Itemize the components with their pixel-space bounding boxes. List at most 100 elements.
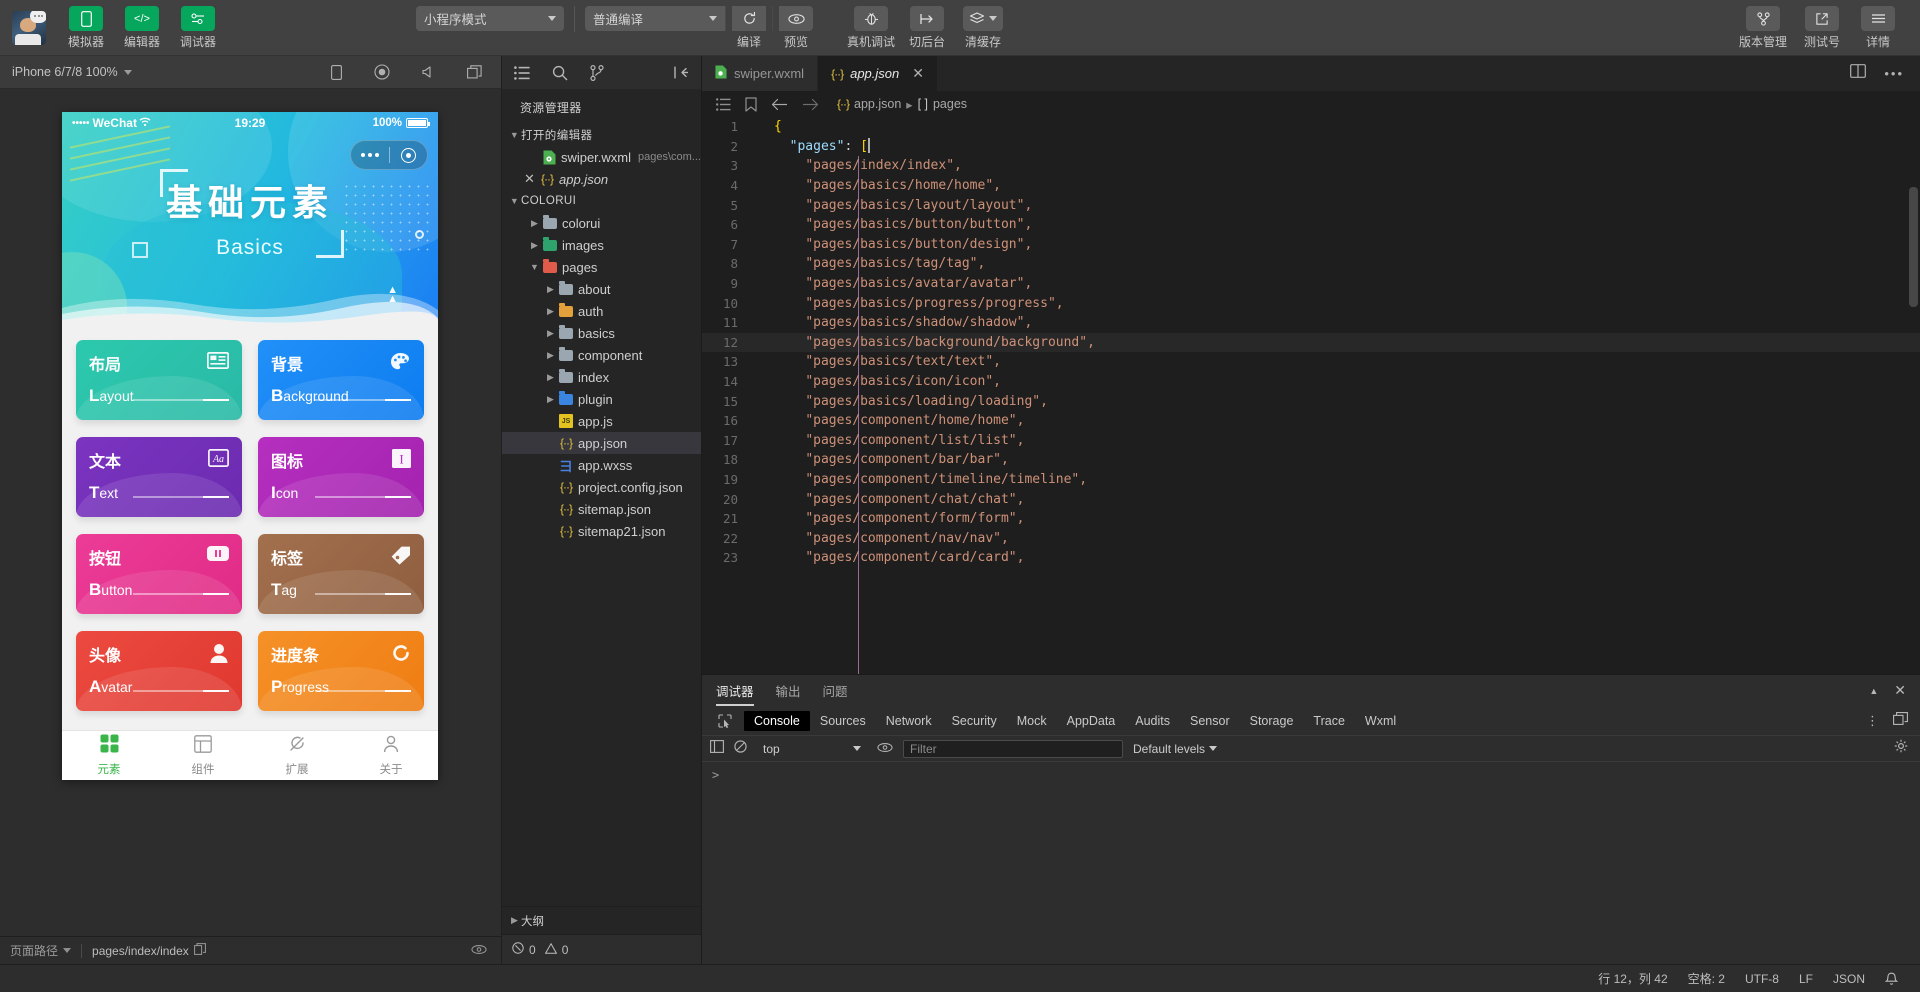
toolbar-debugger-button[interactable]: 调试器 xyxy=(170,0,226,49)
clear-icon[interactable] xyxy=(734,739,747,758)
wechat-capsule[interactable] xyxy=(350,140,428,170)
mode-select[interactable]: 小程序模式 xyxy=(416,6,564,31)
tree-item-index[interactable]: ▶ index xyxy=(502,366,701,388)
tree-item-about[interactable]: ▶ about xyxy=(502,278,701,300)
page-path-value-wrap[interactable]: pages/index/index xyxy=(82,937,216,965)
problems-indicator[interactable]: 0 0 xyxy=(502,936,578,964)
tree-item-app-wxss[interactable]: ▶ 彐 app.wxss xyxy=(502,454,701,476)
search-icon[interactable] xyxy=(552,65,568,81)
split-editor-icon[interactable] xyxy=(1850,64,1867,83)
devtools-tab-problems[interactable]: 问题 xyxy=(823,675,848,706)
inspect-icon[interactable] xyxy=(712,713,738,728)
card-layout[interactable]: 布局 Layout xyxy=(76,340,242,420)
devtools-panel-wxml[interactable]: Wxml xyxy=(1355,711,1406,731)
project-root-header[interactable]: ▼ COLORUI xyxy=(502,190,701,212)
device-select[interactable]: iPhone 6/7/8 100% xyxy=(12,65,132,79)
devtools-panel-console[interactable]: Console xyxy=(744,710,810,731)
status-language[interactable]: JSON xyxy=(1823,965,1875,992)
breadcrumb-node[interactable]: pages xyxy=(933,97,967,111)
real-device-debug-button[interactable]: 真机调试 xyxy=(843,6,899,49)
toolbar-simulator-button[interactable]: 模拟器 xyxy=(58,0,114,49)
version-manage-button[interactable]: 版本管理 xyxy=(1732,6,1794,49)
tree-item-project-config-json[interactable]: ▶ {··} project.config.json xyxy=(502,476,701,498)
capsule-more-icon[interactable] xyxy=(351,153,389,157)
devtools-panel-sources[interactable]: Sources xyxy=(810,711,876,731)
breadcrumb-file[interactable]: app.json xyxy=(854,97,901,111)
devtools-panel-audits[interactable]: Audits xyxy=(1125,711,1180,731)
back-arrow-icon[interactable] xyxy=(771,98,788,111)
tree-item-sitemap-json[interactable]: ▶ {··} sitemap.json xyxy=(502,498,701,520)
switch-background-button[interactable]: 切后台 xyxy=(899,6,955,49)
volume-icon[interactable] xyxy=(419,63,437,81)
devtools-panel-network[interactable]: Network xyxy=(876,711,942,731)
tree-item-basics[interactable]: ▶ basics xyxy=(502,322,701,344)
open-editors-header[interactable]: ▼ 打开的编辑器 xyxy=(502,124,701,146)
eye-icon[interactable] xyxy=(471,944,487,958)
tabbar-item-about[interactable]: 关于 xyxy=(344,735,438,777)
details-button[interactable]: 详情 xyxy=(1850,6,1906,49)
console-context-select[interactable]: top xyxy=(757,742,867,756)
user-avatar-wrapper[interactable] xyxy=(0,0,58,56)
status-encoding[interactable]: UTF-8 xyxy=(1735,965,1789,992)
devtools-panel-sensor[interactable]: Sensor xyxy=(1180,711,1240,731)
console-output[interactable]: > xyxy=(702,762,1920,964)
status-cursor-position[interactable]: 行 12，列 42 xyxy=(1588,965,1677,992)
chevron-up-icon[interactable]: ▲ xyxy=(1869,686,1878,696)
tree-item-component[interactable]: ▶ component xyxy=(502,344,701,366)
tree-item-plugin[interactable]: ▶ plugin xyxy=(502,388,701,410)
eye-icon[interactable] xyxy=(877,740,893,758)
tabbar-item-components[interactable]: 组件 xyxy=(156,734,250,777)
code-editor[interactable]: 1{ 2 "pages": [ 3 "pages/index/index", 4… xyxy=(702,117,1920,674)
devtools-panel-security[interactable]: Security xyxy=(942,711,1007,731)
card-button[interactable]: 按钮 Button xyxy=(76,534,242,614)
preview-button[interactable]: 预览 xyxy=(773,6,819,49)
tree-item-sitemap21-json[interactable]: ▶ {··} sitemap21.json xyxy=(502,520,701,542)
devtools-tab-output[interactable]: 输出 xyxy=(776,675,801,706)
card-text[interactable]: 文本 Text Aa xyxy=(76,437,242,517)
status-indentation[interactable]: 空格: 2 xyxy=(1678,965,1735,992)
tree-item-app-js[interactable]: ▶ JS app.js xyxy=(502,410,701,432)
console-levels-select[interactable]: Default levels xyxy=(1133,742,1218,756)
open-editor-app-json[interactable]: ✕ {··} app.json xyxy=(502,168,701,190)
devtools-tab-debugger[interactable]: 调试器 xyxy=(716,675,754,706)
devtools-panel-storage[interactable]: Storage xyxy=(1240,711,1304,731)
editor-scrollbar[interactable] xyxy=(1909,187,1918,307)
copy-icon[interactable] xyxy=(193,943,206,958)
close-icon[interactable]: ✕ xyxy=(1894,682,1906,699)
card-avatar[interactable]: 头像 Avatar xyxy=(76,631,242,711)
editor-tab-app-json[interactable]: {··} app.json ✕ xyxy=(818,56,938,91)
record-icon[interactable] xyxy=(373,63,391,81)
source-control-icon[interactable] xyxy=(590,64,604,81)
card-tag[interactable]: 标签 Tag xyxy=(258,534,424,614)
console-filter-input[interactable]: Filter xyxy=(903,739,1123,758)
clear-cache-button[interactable]: 清缓存 xyxy=(955,6,1011,49)
editor-tab-swiper-wxml[interactable]: swiper.wxml xyxy=(702,56,819,91)
test-number-button[interactable]: 测试号 xyxy=(1794,6,1850,49)
window-icon[interactable] xyxy=(465,63,483,81)
capsule-close-icon[interactable] xyxy=(390,147,428,163)
page-path-select[interactable]: 页面路径 xyxy=(0,937,81,965)
tree-item-pages[interactable]: ▼ pages xyxy=(502,256,701,278)
outline-section[interactable]: ▶ 大纲 xyxy=(502,906,701,934)
status-eol[interactable]: LF xyxy=(1789,965,1823,992)
phone-rotate-icon[interactable] xyxy=(327,63,345,81)
open-editor-swiper-wxml[interactable]: swiper.wxml pages\com... xyxy=(502,146,701,168)
card-progress[interactable]: 进度条 Progress xyxy=(258,631,424,711)
tree-item-app-json[interactable]: ▶ {··} app.json xyxy=(502,432,701,454)
compile-select[interactable]: 普通编译 xyxy=(585,6,725,31)
forward-arrow-icon[interactable] xyxy=(802,98,819,111)
collapse-icon[interactable] xyxy=(674,66,689,79)
card-background[interactable]: 背景 Background xyxy=(258,340,424,420)
tabbar-item-elements[interactable]: 元素 xyxy=(62,734,156,777)
kebab-icon[interactable]: ⋮ xyxy=(1866,714,1879,727)
card-icon[interactable]: 图标 Icon I xyxy=(258,437,424,517)
explorer-icon[interactable] xyxy=(514,65,530,80)
more-icon[interactable]: ••• xyxy=(1884,66,1904,81)
tabbar-item-plugin[interactable]: 扩展 xyxy=(250,735,344,777)
toolbar-editor-button[interactable]: </> 编辑器 xyxy=(114,0,170,49)
sidebar-icon[interactable] xyxy=(710,739,724,758)
outline-icon[interactable] xyxy=(716,97,731,111)
bell-icon[interactable] xyxy=(1875,965,1908,992)
close-icon[interactable]: ✕ xyxy=(524,171,538,187)
bookmark-icon[interactable] xyxy=(745,96,757,112)
